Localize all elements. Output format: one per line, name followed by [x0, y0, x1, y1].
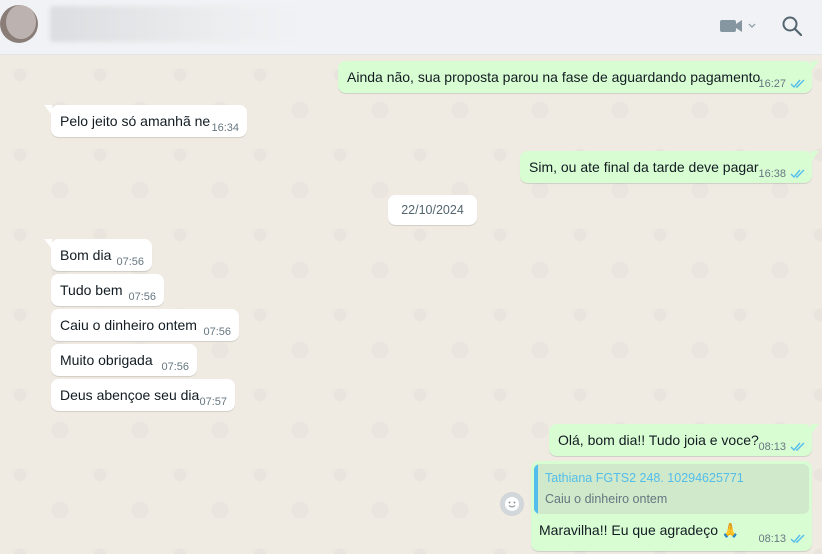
bubble-tail	[44, 105, 52, 115]
bubble-tail	[811, 424, 819, 434]
contact-name-redacted[interactable]	[50, 6, 305, 42]
bubble-tail	[44, 239, 52, 249]
message-time: 08:13	[758, 533, 786, 545]
message-incoming[interactable]: Deus abençoe seu dia 07:57	[51, 379, 235, 411]
message-time: 07:57	[199, 396, 227, 408]
message-incoming[interactable]: Muito obrigada 07:56	[51, 344, 197, 376]
message-time: 16:38	[758, 168, 786, 180]
message-time: 07:56	[161, 361, 189, 373]
message-time: 16:27	[758, 78, 786, 90]
quoted-message[interactable]: Tathiana FGTS2 248. 10294625771 Caiu o d…	[534, 464, 809, 514]
message-incoming[interactable]: Pelo jeito só amanhã ne 16:34	[44, 105, 247, 137]
search-icon[interactable]	[780, 14, 804, 38]
message-text: Sim, ou ate final da tarde deve pagar	[529, 159, 759, 175]
read-ticks-icon	[790, 79, 805, 89]
video-camera-icon[interactable]	[718, 16, 758, 36]
message-list[interactable]: Ainda não, sua proposta parou na fase de…	[0, 55, 822, 554]
bubble-tail	[811, 151, 819, 161]
message-time: 07:56	[116, 256, 144, 268]
praying-hands-emoji: 🙏	[721, 522, 740, 538]
date-separator: 22/10/2024	[388, 195, 477, 225]
bubble-tail	[811, 61, 819, 71]
message-time: 08:13	[758, 441, 786, 453]
quote-accent-bar	[534, 464, 538, 514]
message-text: Ainda não, sua proposta parou na fase de…	[347, 69, 761, 85]
message-text: Muito obrigada	[60, 352, 153, 368]
message-text: Bom dia	[60, 247, 112, 263]
read-ticks-icon	[790, 169, 805, 179]
message-outgoing[interactable]: Sim, ou ate final da tarde deve pagar 16…	[520, 151, 819, 183]
message-time: 16:34	[211, 122, 239, 134]
message-outgoing-reply[interactable]: Tathiana FGTS2 248. 10294625771 Caiu o d…	[531, 461, 812, 551]
chat-header	[0, 0, 822, 55]
contact-avatar[interactable]	[0, 5, 38, 43]
quote-text: Caiu o dinheiro ontem	[545, 492, 668, 506]
message-incoming[interactable]: Tudo bem 07:56	[51, 274, 164, 306]
message-incoming[interactable]: Caiu o dinheiro ontem 07:56	[51, 309, 239, 341]
message-outgoing[interactable]: Olá, bom dia!! Tudo joia e voce? 08:13	[549, 424, 819, 456]
quote-author: Tathiana FGTS2 248. 10294625771	[545, 471, 744, 485]
message-text: Olá, bom dia!! Tudo joia e voce?	[558, 432, 759, 448]
read-ticks-icon	[790, 442, 805, 452]
message-time: 07:56	[128, 291, 156, 303]
reply-text: Maravilha!! Eu que agradeço	[539, 522, 718, 538]
message-text: Pelo jeito só amanhã ne	[60, 113, 211, 129]
read-ticks-icon	[790, 534, 805, 544]
message-text: Tudo bem	[60, 282, 123, 298]
message-incoming[interactable]: Bom dia 07:56	[44, 239, 152, 271]
message-text: Maravilha!! Eu que agradeço 🙏	[539, 522, 739, 539]
message-text: Caiu o dinheiro ontem	[60, 317, 197, 333]
message-time: 07:56	[203, 326, 231, 338]
emoji-reaction-icon[interactable]	[500, 492, 524, 516]
message-text: Deus abençoe seu dia	[60, 387, 200, 403]
message-outgoing[interactable]: Ainda não, sua proposta parou na fase de…	[338, 61, 819, 93]
